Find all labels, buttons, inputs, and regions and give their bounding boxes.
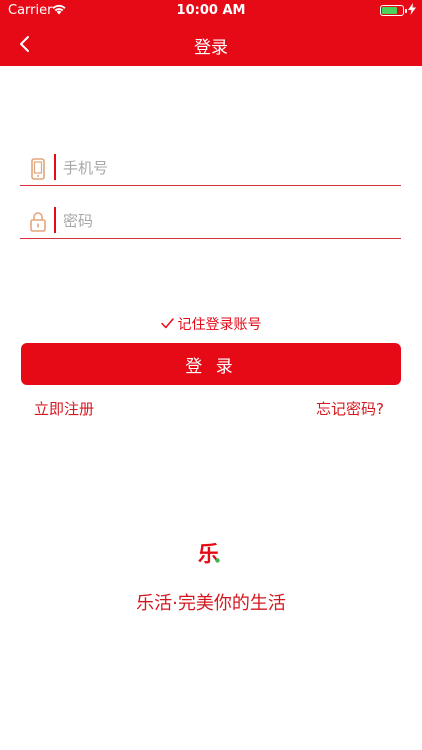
logo-glyph: 乐	[198, 542, 219, 566]
battery-icon	[380, 5, 407, 16]
field-divider	[54, 154, 56, 180]
brand-slogan: 乐活·完美你的生活	[136, 593, 286, 614]
forgot-password-link[interactable]: 忘记密码?	[316, 398, 384, 419]
phone-icon	[29, 158, 47, 180]
password-input[interactable]	[63, 207, 393, 235]
charging-bolt-icon	[408, 3, 416, 19]
app-logo: 乐	[196, 540, 226, 566]
page-title: 登录	[194, 38, 228, 58]
remember-account-label: 记住登录账号	[177, 317, 262, 333]
app-header: Carrier 10:00 AM 登录	[0, 0, 422, 66]
lock-icon	[29, 211, 47, 233]
password-field	[20, 203, 401, 239]
login-button[interactable]: 登 录	[21, 343, 401, 385]
remember-account-toggle[interactable]: 记住登录账号	[0, 314, 422, 334]
checkmark-icon	[160, 317, 174, 333]
phone-field	[20, 150, 401, 186]
clock-time: 10:00 AM	[176, 3, 246, 18]
register-link[interactable]: 立即注册	[34, 398, 94, 419]
navigation-bar: 登录	[0, 22, 422, 66]
status-bar: Carrier 10:00 AM	[0, 0, 422, 22]
field-divider	[54, 207, 56, 233]
phone-input[interactable]	[63, 154, 393, 182]
